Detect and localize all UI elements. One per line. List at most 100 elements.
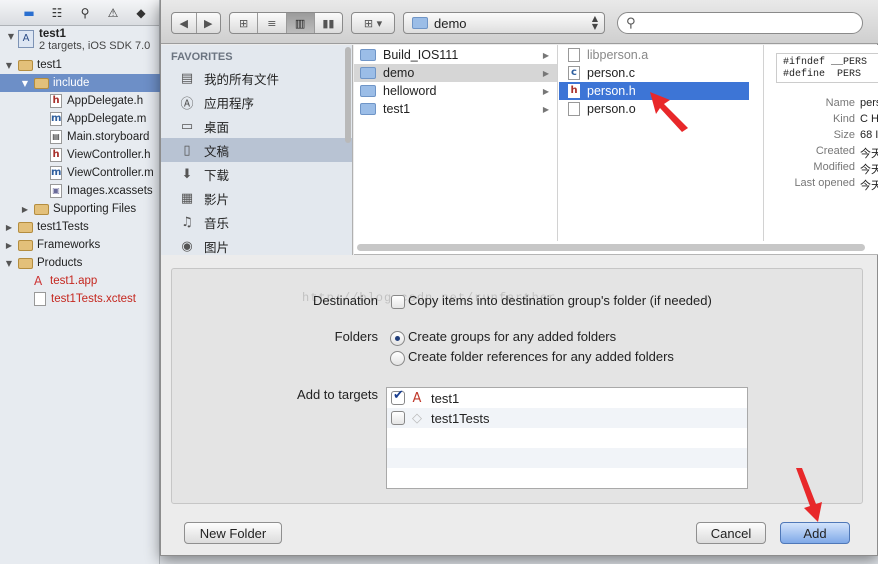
sidebar-item-favorite[interactable]: Ⓐ 应用程序 xyxy=(161,90,352,114)
copy-items-checkbox[interactable] xyxy=(391,295,405,309)
search-icon: ⚲ xyxy=(626,15,636,31)
folder-row[interactable]: demo ▶ xyxy=(354,64,557,82)
tree-item[interactable]: ▼ include xyxy=(0,74,160,92)
app-icon: A xyxy=(34,273,43,288)
sidebar-item-favorite[interactable]: ▦ 影片 xyxy=(161,186,352,210)
column-view-icon[interactable]: ▥ xyxy=(286,13,315,33)
asset-catalog-icon: ▣ xyxy=(50,184,62,198)
tree-item[interactable]: h ViewController.h xyxy=(0,146,151,164)
tree-item[interactable]: ▤ Main.storyboard xyxy=(0,128,149,146)
tree-item[interactable]: test1Tests.xctest xyxy=(0,290,136,308)
target-checkbox[interactable] xyxy=(391,411,405,425)
sidebar-item-favorite[interactable]: ◉ 图片 xyxy=(161,234,352,255)
disclosure-closed-icon[interactable]: ▶ xyxy=(4,223,14,232)
forward-button[interactable]: ▶ xyxy=(197,13,221,33)
info-row: Name pers xyxy=(764,97,878,113)
copy-items-text[interactable]: Copy items into destination group's fold… xyxy=(408,293,712,308)
disclosure-open-icon[interactable]: ▼ xyxy=(4,259,14,268)
target-checkbox[interactable] xyxy=(391,388,405,405)
tree-item[interactable]: h AppDelegate.h xyxy=(0,92,143,110)
horizontal-scrollbar[interactable] xyxy=(357,244,865,251)
tree-item-label: test1 xyxy=(37,59,62,71)
new-folder-button[interactable]: New Folder xyxy=(184,522,282,544)
tree-item[interactable]: Atest1.app xyxy=(0,272,97,290)
list-view-icon[interactable]: ≡ xyxy=(258,13,287,33)
search-icon[interactable]: ⚲ xyxy=(78,6,92,20)
location-label: demo xyxy=(434,15,467,31)
tree-item[interactable]: ▶ test1Tests xyxy=(0,218,89,236)
chevron-right-icon: ▶ xyxy=(542,86,549,96)
create-references-text[interactable]: Create folder references for any added f… xyxy=(408,349,674,364)
disclosure-closed-icon[interactable]: ▶ xyxy=(4,241,14,250)
downloads-icon: ⬇ xyxy=(181,166,193,182)
disclosure-closed-icon[interactable]: ▶ xyxy=(20,205,30,214)
sidebar-item-favorite[interactable]: ▯ 文稿 xyxy=(161,138,352,162)
info-value: 今天 xyxy=(860,164,878,176)
warning-icon[interactable]: ⚠ xyxy=(106,6,120,20)
icon-view-icon[interactable]: ⊞ xyxy=(230,13,259,33)
folder-row[interactable]: helloword ▶ xyxy=(354,82,557,100)
code-preview: #ifndef __PERS #define PERS xyxy=(776,53,878,83)
code-line-1: #ifndef __PERS xyxy=(783,57,868,68)
file-row[interactable]: c person.c xyxy=(559,64,749,82)
folder-icon xyxy=(360,49,376,61)
disclosure-open-icon[interactable]: ▼ xyxy=(4,61,14,70)
folder-row[interactable]: test1 ▶ xyxy=(354,100,557,118)
history-nav: ◀ ▶ xyxy=(171,12,221,34)
info-value: 今天 xyxy=(860,180,878,192)
view-mode-switcher: ⊞ ≡ ▥ ▮▮ xyxy=(229,12,343,34)
folder-icon xyxy=(18,239,33,251)
folder-row[interactable]: Build_IOS111 ▶ xyxy=(354,46,557,64)
project-root[interactable]: ▼ A test1 2 targets, iOS SDK 7.0 xyxy=(6,28,150,54)
tree-item[interactable]: m AppDelegate.m xyxy=(0,110,146,128)
arrange-button[interactable]: ⊞ ▾ xyxy=(351,12,395,34)
implementation-file-icon: m xyxy=(50,166,62,180)
tree-item[interactable]: ▣ Images.xcassets xyxy=(0,182,153,200)
file-row-label: person.c xyxy=(587,66,635,80)
tree-item-label: AppDelegate.m xyxy=(67,113,147,125)
file-row[interactable]: h person.h xyxy=(559,82,749,100)
info-key: Modified xyxy=(813,161,855,173)
tree-item[interactable]: m ViewController.m xyxy=(0,164,154,182)
create-references-radio[interactable] xyxy=(390,351,405,366)
disclosure-open-icon[interactable]: ▼ xyxy=(6,32,16,41)
sidebar-item-favorite[interactable]: ▤ 我的所有文件 xyxy=(161,66,352,90)
info-row: Kind C H xyxy=(764,113,878,129)
tree-item-label: include xyxy=(53,77,90,89)
tree-item[interactable]: ▼ Products xyxy=(0,254,82,272)
create-groups-radio[interactable] xyxy=(390,331,405,346)
disclosure-open-icon[interactable]: ▼ xyxy=(20,79,30,88)
tree-item[interactable]: ▼ test1 xyxy=(0,56,62,74)
folder-row-label: test1 xyxy=(383,102,411,116)
cancel-button[interactable]: Cancel xyxy=(696,522,766,544)
applications-icon: Ⓐ xyxy=(180,96,194,112)
target-row[interactable]: Atest1 xyxy=(387,388,747,408)
tree-item[interactable]: ▶ Supporting Files xyxy=(0,200,136,218)
info-key: Size xyxy=(833,129,855,141)
search-input[interactable] xyxy=(641,16,842,30)
target-row[interactable]: ◇ test1Tests xyxy=(387,408,747,428)
sidebar-item-favorite[interactable]: ♫ 音乐 xyxy=(161,210,352,234)
back-button[interactable]: ◀ xyxy=(172,13,197,33)
folder-row-label: demo xyxy=(383,66,415,80)
hierarchy-icon[interactable]: ☷ xyxy=(50,6,64,20)
folder-icon[interactable]: ▬ xyxy=(22,6,36,20)
target-label: test1 xyxy=(431,390,460,406)
file-row[interactable]: person.o xyxy=(559,100,749,118)
sidebar-scrollbar[interactable] xyxy=(345,47,351,143)
column-1: Build_IOS111 ▶ demo ▶ helloword ▶ test1 ▶ xyxy=(354,45,558,241)
location-popup[interactable]: demo ▲ ▼ xyxy=(403,12,605,34)
info-row: Modified 今天 xyxy=(764,161,878,177)
sidebar-item-favorite[interactable]: ⬇ 下载 xyxy=(161,162,352,186)
diamond-icon[interactable]: ◆ xyxy=(134,6,148,20)
file-row[interactable]: libperson.a xyxy=(559,46,749,64)
sidebar-item-favorite[interactable]: ▭ 桌面 xyxy=(161,114,352,138)
tree-item[interactable]: ▶ Frameworks xyxy=(0,236,100,254)
tree-item-label: AppDelegate.h xyxy=(67,95,144,107)
add-button[interactable]: Add xyxy=(780,522,850,544)
file-icon xyxy=(34,292,46,306)
create-groups-text[interactable]: Create groups for any added folders xyxy=(408,329,616,344)
tree-item-label: ViewController.h xyxy=(67,149,151,161)
coverflow-view-icon[interactable]: ▮▮ xyxy=(315,13,342,33)
search-field[interactable]: ⚲ xyxy=(617,12,863,34)
